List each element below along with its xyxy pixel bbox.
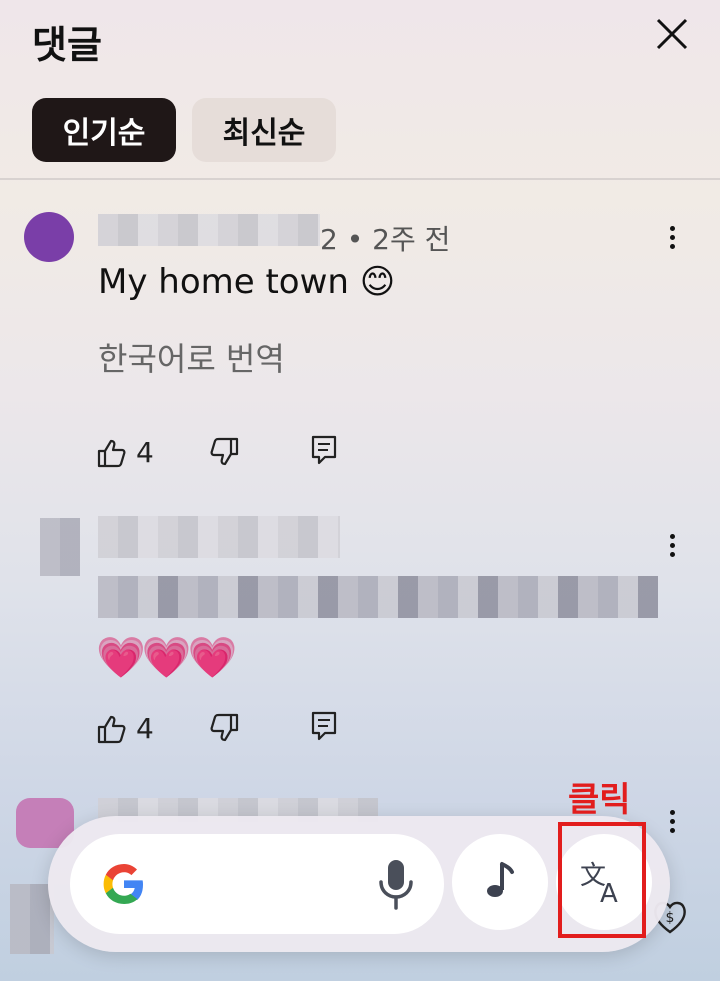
sort-latest-tab[interactable]: 최신순 [192,98,336,162]
avatar-blurred[interactable] [40,518,80,576]
reply-comment-icon [311,435,337,465]
comment-text-blurred [98,576,658,618]
like-count: 4 [136,712,154,745]
thumbs-up-icon [97,439,126,467]
annotation-highlight-box [558,822,646,938]
thumbs-down-icon [210,437,239,466]
close-button[interactable] [650,12,694,56]
thumbs-down-icon [210,713,239,742]
comment-more-button[interactable] [662,806,682,846]
translate-link[interactable]: 한국어로 번역 [98,334,285,380]
panel-title: 댓글 [32,23,102,67]
reply-button[interactable] [310,710,338,742]
comment-text: My home town 😊 [98,262,396,302]
comment-more-button[interactable] [662,530,682,570]
comment-meta: 2 • 2주 전 [320,223,451,256]
username-blurred[interactable] [98,516,340,558]
close-icon [656,18,688,50]
sort-popular-tab[interactable]: 인기순 [32,98,176,162]
header-divider [0,178,720,180]
like-button[interactable]: 4 [96,712,154,745]
google-logo [103,864,143,904]
like-button[interactable]: 4 [96,436,154,469]
annotation-label: 클릭 [568,780,631,820]
comment-text: 💗💗💗 [96,635,237,681]
reply-comment-icon [311,711,337,741]
reply-button[interactable] [310,434,338,466]
thumbs-up-icon [97,715,126,743]
like-count: 4 [136,436,154,469]
dislike-button[interactable] [208,712,240,744]
svg-text:$: $ [666,910,675,926]
comment-more-button[interactable] [662,222,682,262]
microphone-icon[interactable] [376,858,416,910]
avatar-blurred[interactable] [10,884,54,954]
username-blurred[interactable] [98,214,320,246]
avatar[interactable] [24,212,74,262]
music-search-button[interactable] [452,834,548,930]
dislike-button[interactable] [208,436,240,468]
google-search-box[interactable] [70,834,444,934]
music-note-icon [487,862,514,897]
